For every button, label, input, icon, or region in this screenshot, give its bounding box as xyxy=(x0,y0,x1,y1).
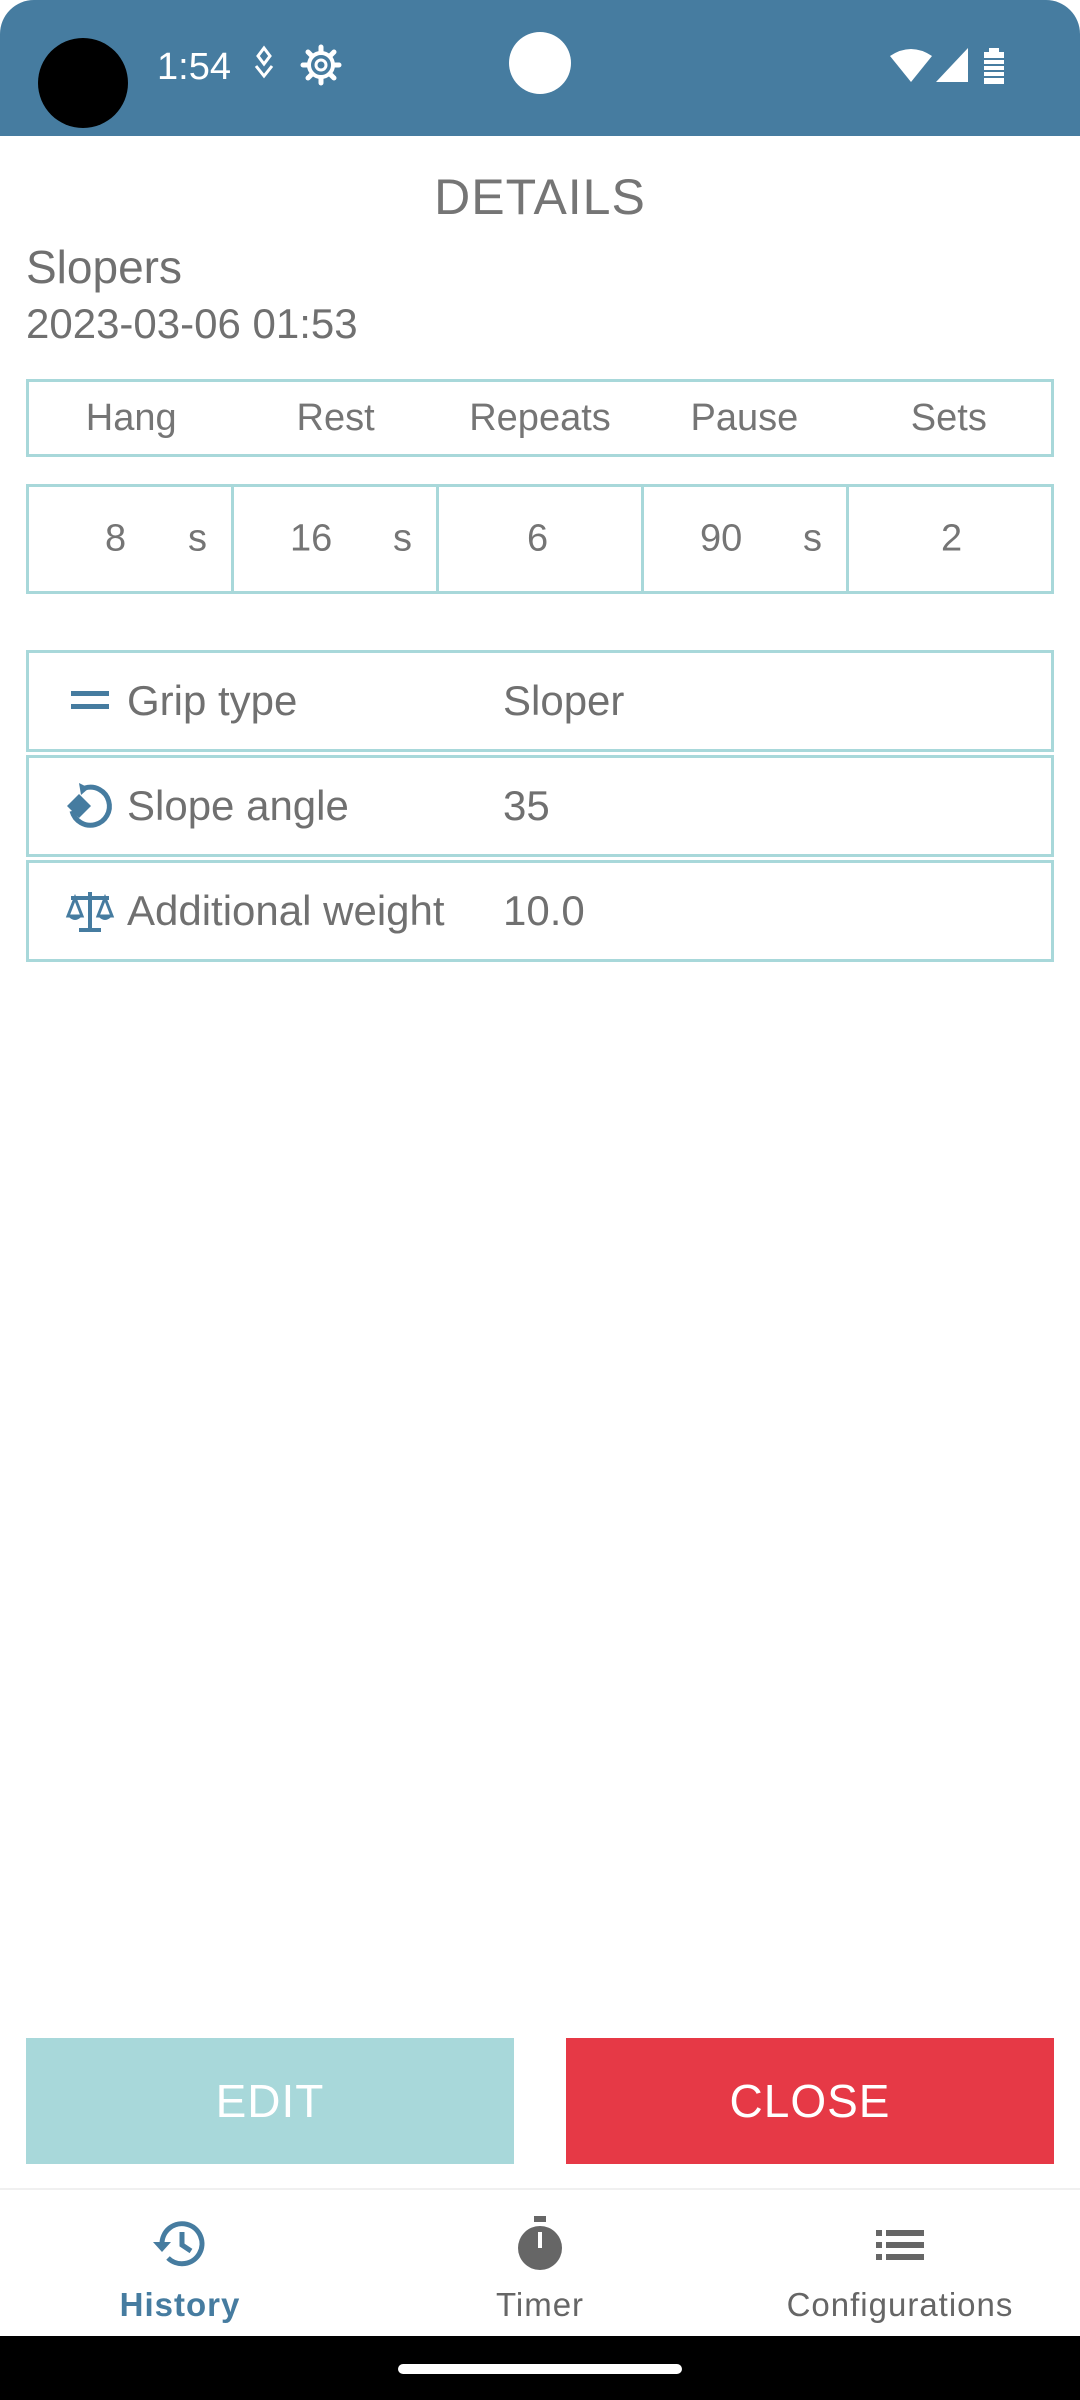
detail-row-additional-weight: Additional weight 10.0 xyxy=(26,860,1054,962)
nav-label-history: History xyxy=(119,2286,241,2323)
header-repeats: Repeats xyxy=(469,396,611,439)
detail-value: 10.0 xyxy=(503,887,585,934)
sets-value: 2 xyxy=(941,517,963,560)
hang-unit: s xyxy=(188,517,207,560)
edit-button[interactable]: EDIT xyxy=(26,2038,514,2164)
nav-item-history[interactable]: History xyxy=(0,2190,360,2336)
exercise-date: 2023-03-06 01:53 xyxy=(26,300,358,347)
sensor-dot xyxy=(509,32,571,94)
pause-unit: s xyxy=(803,517,822,560)
header-pause: Pause xyxy=(690,396,799,439)
detail-label: Grip type xyxy=(127,677,298,724)
page-title: DETAILS xyxy=(434,169,646,225)
pause-value-cell: 90 s xyxy=(644,487,849,591)
detail-label: Additional weight xyxy=(127,887,445,934)
history-icon xyxy=(153,2221,205,2267)
list-icon xyxy=(876,2230,924,2260)
settings-gear-icon xyxy=(300,44,342,86)
scale-balance-icon xyxy=(65,892,115,932)
repeats-value-cell: 6 xyxy=(439,487,644,591)
rest-value-cell: 16 s xyxy=(234,487,439,591)
detail-label: Slope angle xyxy=(127,782,349,829)
nav-label-configurations: Configurations xyxy=(786,2286,1014,2323)
sets-value-cell: 2 xyxy=(849,487,1051,591)
notification-icon xyxy=(254,45,274,79)
close-button[interactable]: CLOSE xyxy=(566,2038,1054,2164)
nav-label-timer: Timer xyxy=(495,2286,585,2323)
status-time: 1:54 xyxy=(157,46,231,88)
pause-value: 90 xyxy=(700,517,743,560)
detail-value: Sloper xyxy=(503,677,625,724)
detail-value: 35 xyxy=(503,782,550,829)
nav-item-configurations[interactable]: Configurations xyxy=(720,2190,1080,2336)
rest-value: 16 xyxy=(290,517,333,560)
hang-value-cell: 8 s xyxy=(29,487,234,591)
params-header: Hang Rest Repeats Pause Sets xyxy=(26,379,1054,457)
header-sets: Sets xyxy=(910,396,987,439)
params-values: 8 s 16 s 6 90 s 2 xyxy=(26,484,1054,594)
exercise-name: Slopers xyxy=(26,241,182,293)
rotate-angle-icon xyxy=(67,783,112,828)
hang-value: 8 xyxy=(105,517,127,560)
grip-lines-icon xyxy=(71,691,109,709)
battery-icon xyxy=(984,48,1004,84)
header-hang: Hang xyxy=(85,396,177,439)
header-rest: Rest xyxy=(296,396,375,439)
rest-unit: s xyxy=(393,517,412,560)
camera-cutout xyxy=(38,38,128,128)
nav-item-timer[interactable]: Timer xyxy=(360,2190,720,2336)
bottom-navigation: History Timer Configurations xyxy=(0,2188,1080,2336)
gesture-area xyxy=(0,2336,1080,2400)
status-bar: 1:54 xyxy=(0,0,1080,136)
home-gesture-pill[interactable] xyxy=(398,2364,682,2374)
wifi-icon xyxy=(890,49,932,82)
stopwatch-icon xyxy=(518,2216,562,2270)
cell-signal-icon xyxy=(936,48,968,82)
detail-row-grip-type: Grip type Sloper xyxy=(26,650,1054,752)
repeats-value: 6 xyxy=(527,517,549,560)
detail-row-slope-angle: Slope angle 35 xyxy=(26,755,1054,857)
